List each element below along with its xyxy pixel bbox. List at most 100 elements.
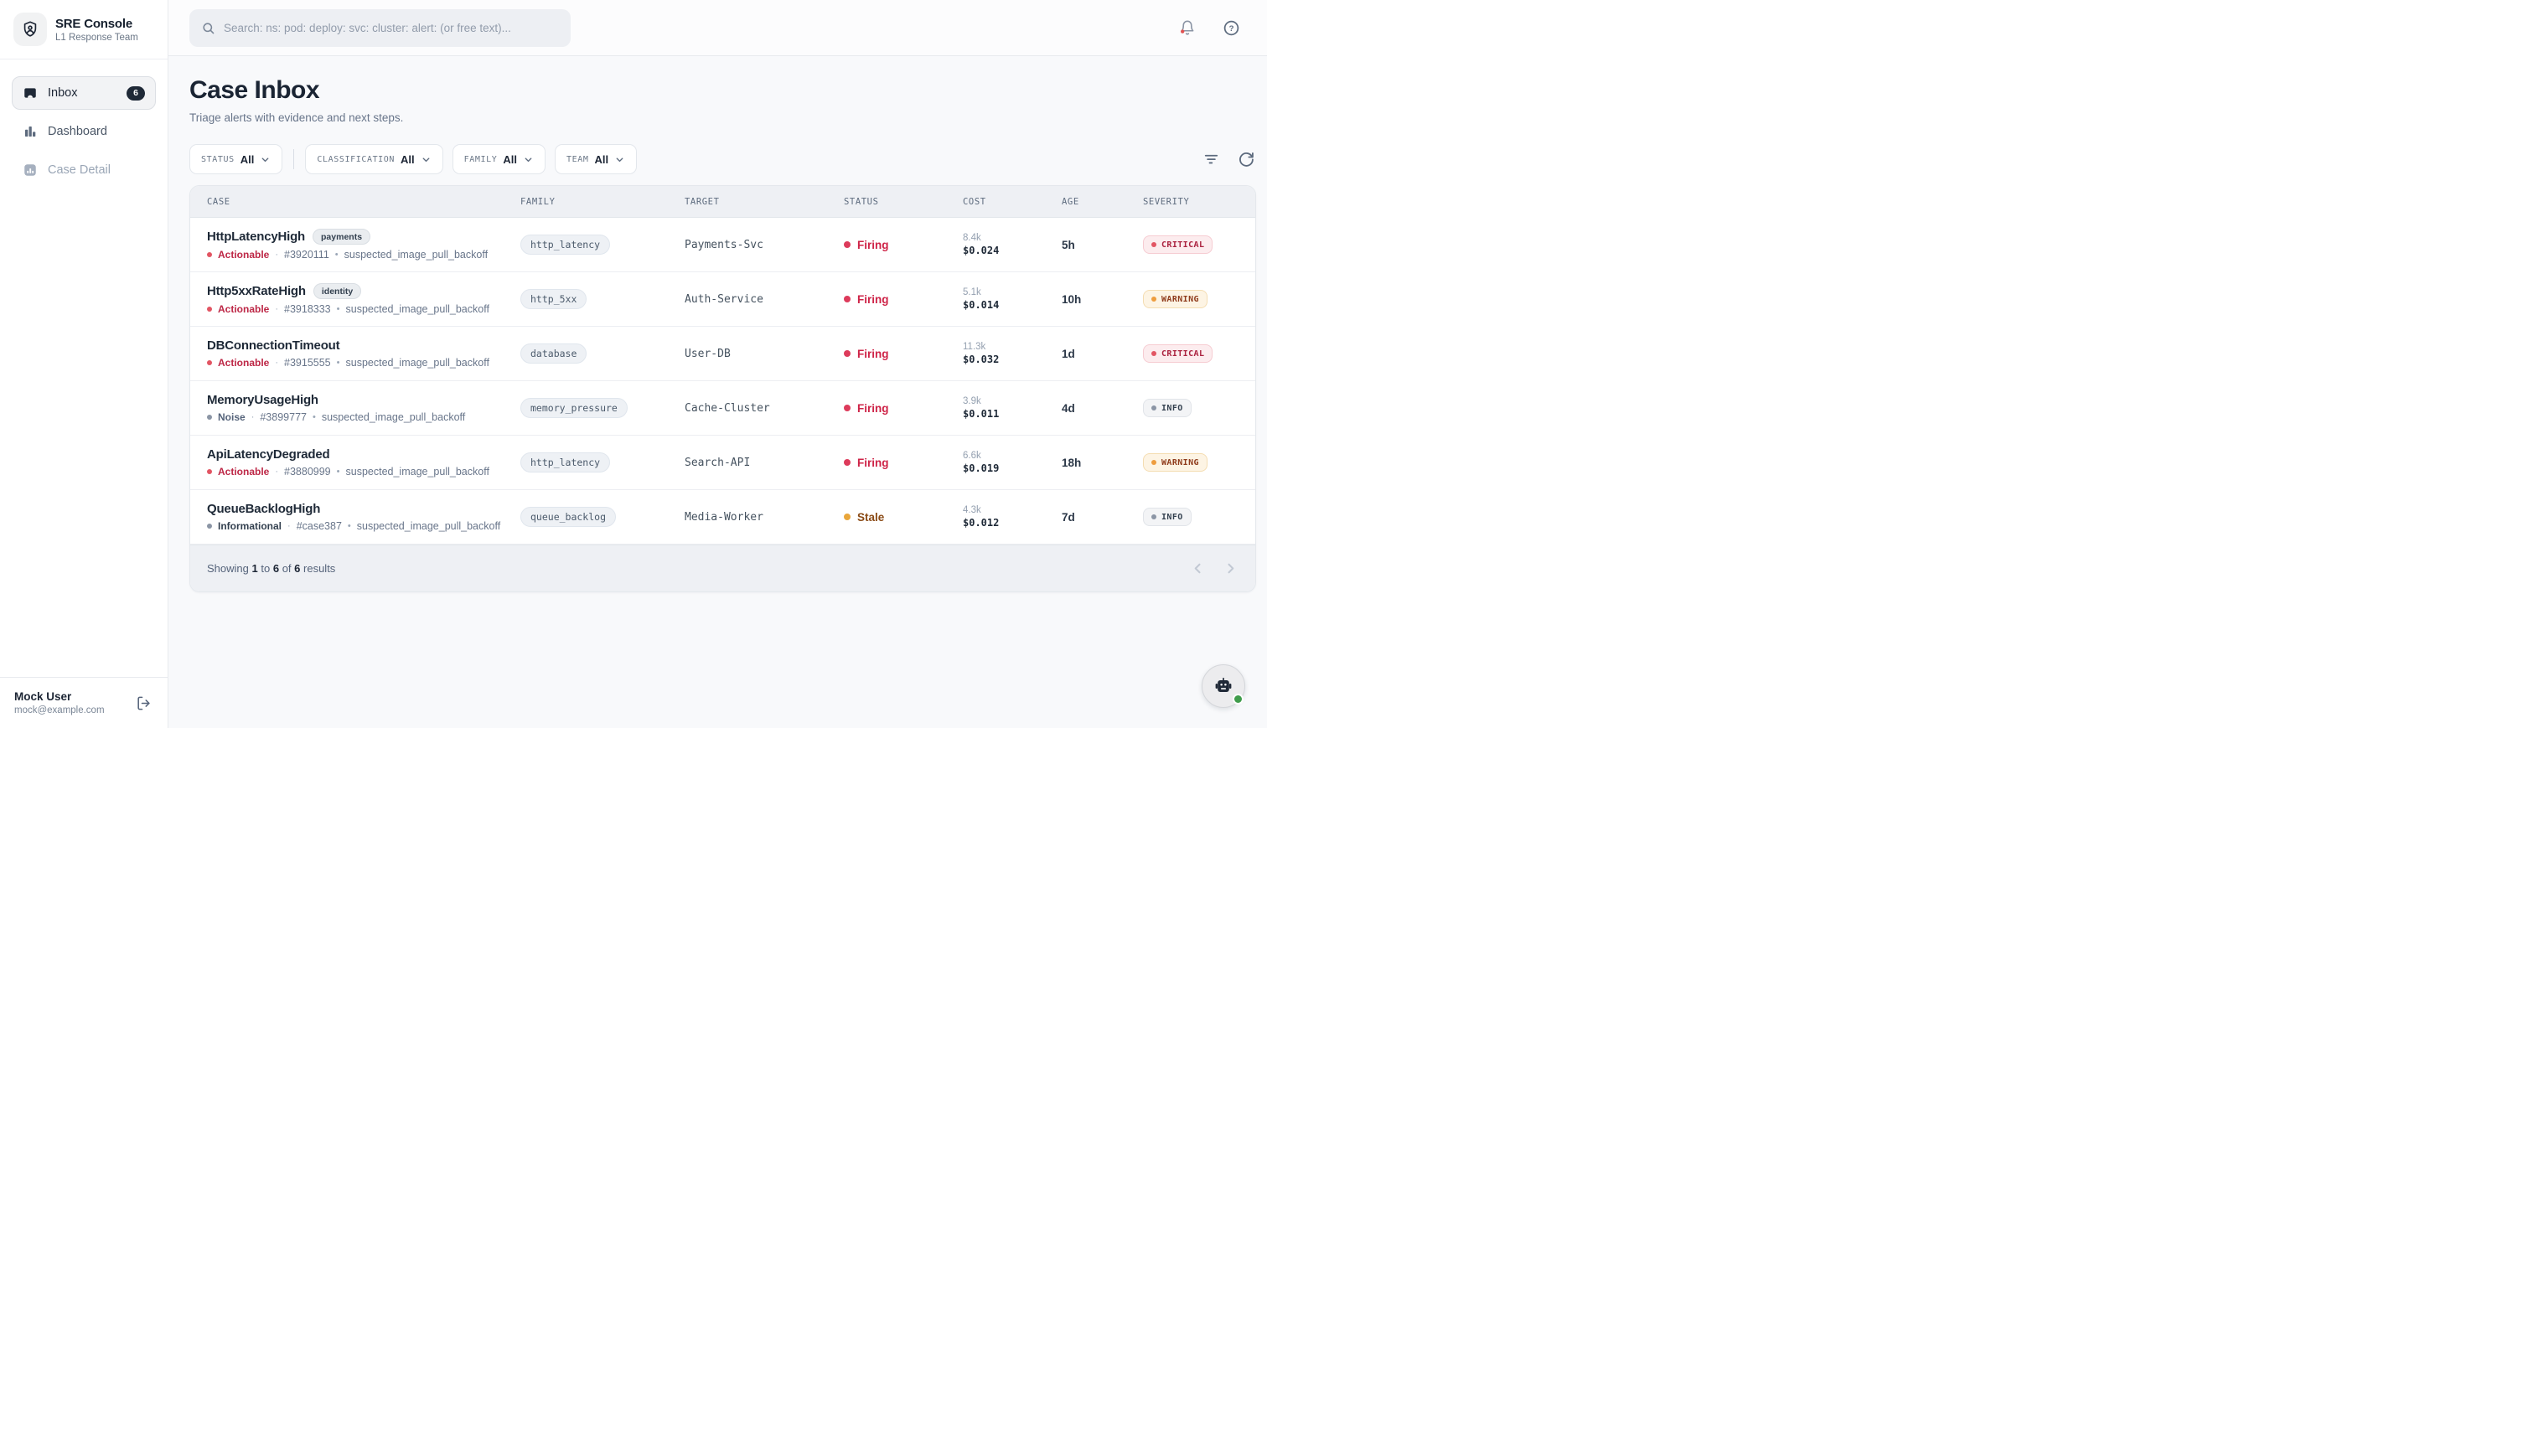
app-window: SRE Console L1 Response Team Inbox 6 D [0, 0, 1267, 728]
previous-page-button[interactable] [1188, 559, 1208, 578]
sidebar-item-label: Dashboard [48, 125, 145, 138]
family-chip: http_latency [520, 452, 610, 472]
app-identity: SRE Console L1 Response Team [55, 17, 138, 43]
severity-label: WARNING [1161, 295, 1199, 304]
family-cell: http_5xx [520, 289, 685, 309]
case-meta: Noise · #3899777 • suspected_image_pull_… [207, 411, 520, 423]
classification-label: Noise [218, 411, 246, 423]
refresh-button[interactable] [1236, 149, 1256, 169]
table-row[interactable]: ApiLatencyDegraded Actionable · #3880999… [190, 436, 1255, 490]
table-row[interactable]: MemoryUsageHigh Noise · #3899777 • suspe… [190, 381, 1255, 436]
severity-cell: WARNING [1143, 453, 1255, 472]
case-id: #case387 [297, 520, 342, 532]
next-page-button[interactable] [1221, 559, 1240, 578]
chevron-down-icon [260, 154, 271, 165]
filter-value: All [240, 153, 255, 166]
filter-label: CLASSIFICATION [317, 155, 395, 164]
table-row[interactable]: Http5xxRateHigh identity Actionable · #3… [190, 272, 1255, 327]
sidebar-nav: Inbox 6 Dashboard Case Detail [0, 59, 168, 677]
family-cell: memory_pressure [520, 398, 685, 418]
user-name: Mock User [14, 690, 105, 703]
severity-label: INFO [1161, 513, 1183, 522]
meta-separator: · [287, 521, 291, 531]
help-button[interactable]: ? [1221, 18, 1242, 39]
filter-dropdown[interactable]: FAMILY All [452, 144, 546, 174]
topbar: ? [168, 0, 1267, 56]
meta-separator: • [348, 521, 351, 531]
robot-icon [1213, 676, 1233, 696]
column-header-case: CASE [190, 197, 520, 207]
sidebar-item-inbox[interactable]: Inbox 6 [12, 76, 156, 110]
case-table: CASE FAMILY TARGET STATUS COST AGE SEVER… [189, 185, 1256, 592]
search-input[interactable] [224, 22, 559, 34]
case-hypothesis: suspected_image_pull_backoff [344, 249, 488, 261]
status-label: Firing [857, 239, 889, 251]
status-dot [844, 296, 851, 302]
cost-tokens: 5.1k [963, 287, 1062, 297]
notifications-button[interactable] [1177, 18, 1197, 38]
case-cell: ApiLatencyDegraded Actionable · #3880999… [190, 447, 520, 478]
cost-usd: $0.012 [963, 517, 1062, 529]
case-hypothesis: suspected_image_pull_backoff [346, 357, 489, 369]
severity-badge: CRITICAL [1143, 235, 1213, 254]
column-header-family: FAMILY [520, 197, 685, 207]
cost-usd: $0.014 [963, 299, 1062, 311]
case-meta: Actionable · #3915555 • suspected_image_… [207, 357, 520, 369]
inbox-icon [23, 85, 38, 101]
search-icon [201, 21, 215, 35]
assistant-online-dot [1233, 694, 1244, 705]
family-cell: queue_backlog [520, 507, 685, 527]
classification-dot [207, 415, 212, 420]
cost-usd: $0.011 [963, 408, 1062, 420]
target-cell: Media-Worker [685, 511, 844, 524]
severity-dot [1151, 514, 1156, 519]
meta-separator: • [335, 250, 339, 260]
cost-cell: 5.1k $0.014 [963, 287, 1062, 311]
assistant-fab[interactable] [1202, 664, 1245, 708]
table-row[interactable]: DBConnectionTimeout Actionable · #391555… [190, 327, 1255, 381]
cost-usd: $0.032 [963, 354, 1062, 365]
help-icon: ? [1223, 19, 1240, 37]
table-header: CASE FAMILY TARGET STATUS COST AGE SEVER… [190, 186, 1255, 218]
case-id: #3915555 [284, 357, 331, 369]
sidebar: SRE Console L1 Response Team Inbox 6 D [0, 0, 168, 728]
status-cell: Firing [844, 457, 963, 469]
status-label: Firing [857, 348, 889, 360]
severity-badge: WARNING [1143, 290, 1208, 308]
case-title: MemoryUsageHigh [207, 393, 318, 407]
table-row[interactable]: HttpLatencyHigh payments Actionable · #3… [190, 218, 1255, 272]
status-dot [844, 514, 851, 520]
case-title: Http5xxRateHigh [207, 284, 306, 298]
filter-dropdown[interactable]: CLASSIFICATION All [305, 144, 442, 174]
filter-label: STATUS [201, 155, 235, 164]
sidebar-item-dashboard[interactable]: Dashboard [12, 115, 156, 148]
filter-dropdown[interactable]: TEAM All [555, 144, 637, 174]
severity-dot [1151, 297, 1156, 302]
case-meta: Informational · #case387 • suspected_ima… [207, 520, 520, 532]
severity-badge: INFO [1143, 399, 1192, 417]
sidebar-item-label: Case Detail [48, 163, 145, 177]
case-cell: QueueBacklogHigh Informational · #case38… [190, 502, 520, 532]
logout-button[interactable] [134, 694, 153, 713]
status-dot [844, 241, 851, 248]
cost-tokens: 3.9k [963, 396, 1062, 406]
cost-usd: $0.019 [963, 462, 1062, 474]
target-cell: Payments-Svc [685, 239, 844, 251]
status-dot [844, 405, 851, 411]
cost-tokens: 6.6k [963, 451, 1062, 461]
table-row[interactable]: QueueBacklogHigh Informational · #case38… [190, 490, 1255, 545]
logout-icon [136, 695, 152, 711]
filter-dropdown[interactable]: STATUS All [189, 144, 282, 174]
classification-label: Actionable [218, 466, 269, 478]
status-dot [844, 459, 851, 466]
age-cell: 18h [1062, 457, 1143, 469]
filter-toggle-button[interactable] [1202, 150, 1221, 169]
chevron-left-icon [1190, 560, 1206, 576]
sidebar-user-section: Mock User mock@example.com [0, 677, 168, 728]
severity-label: INFO [1161, 404, 1183, 413]
pagination [1188, 559, 1240, 578]
case-cell: MemoryUsageHigh Noise · #3899777 • suspe… [190, 393, 520, 423]
search-bar[interactable] [189, 9, 571, 47]
column-header-target: TARGET [685, 197, 844, 207]
severity-cell: WARNING [1143, 290, 1255, 308]
